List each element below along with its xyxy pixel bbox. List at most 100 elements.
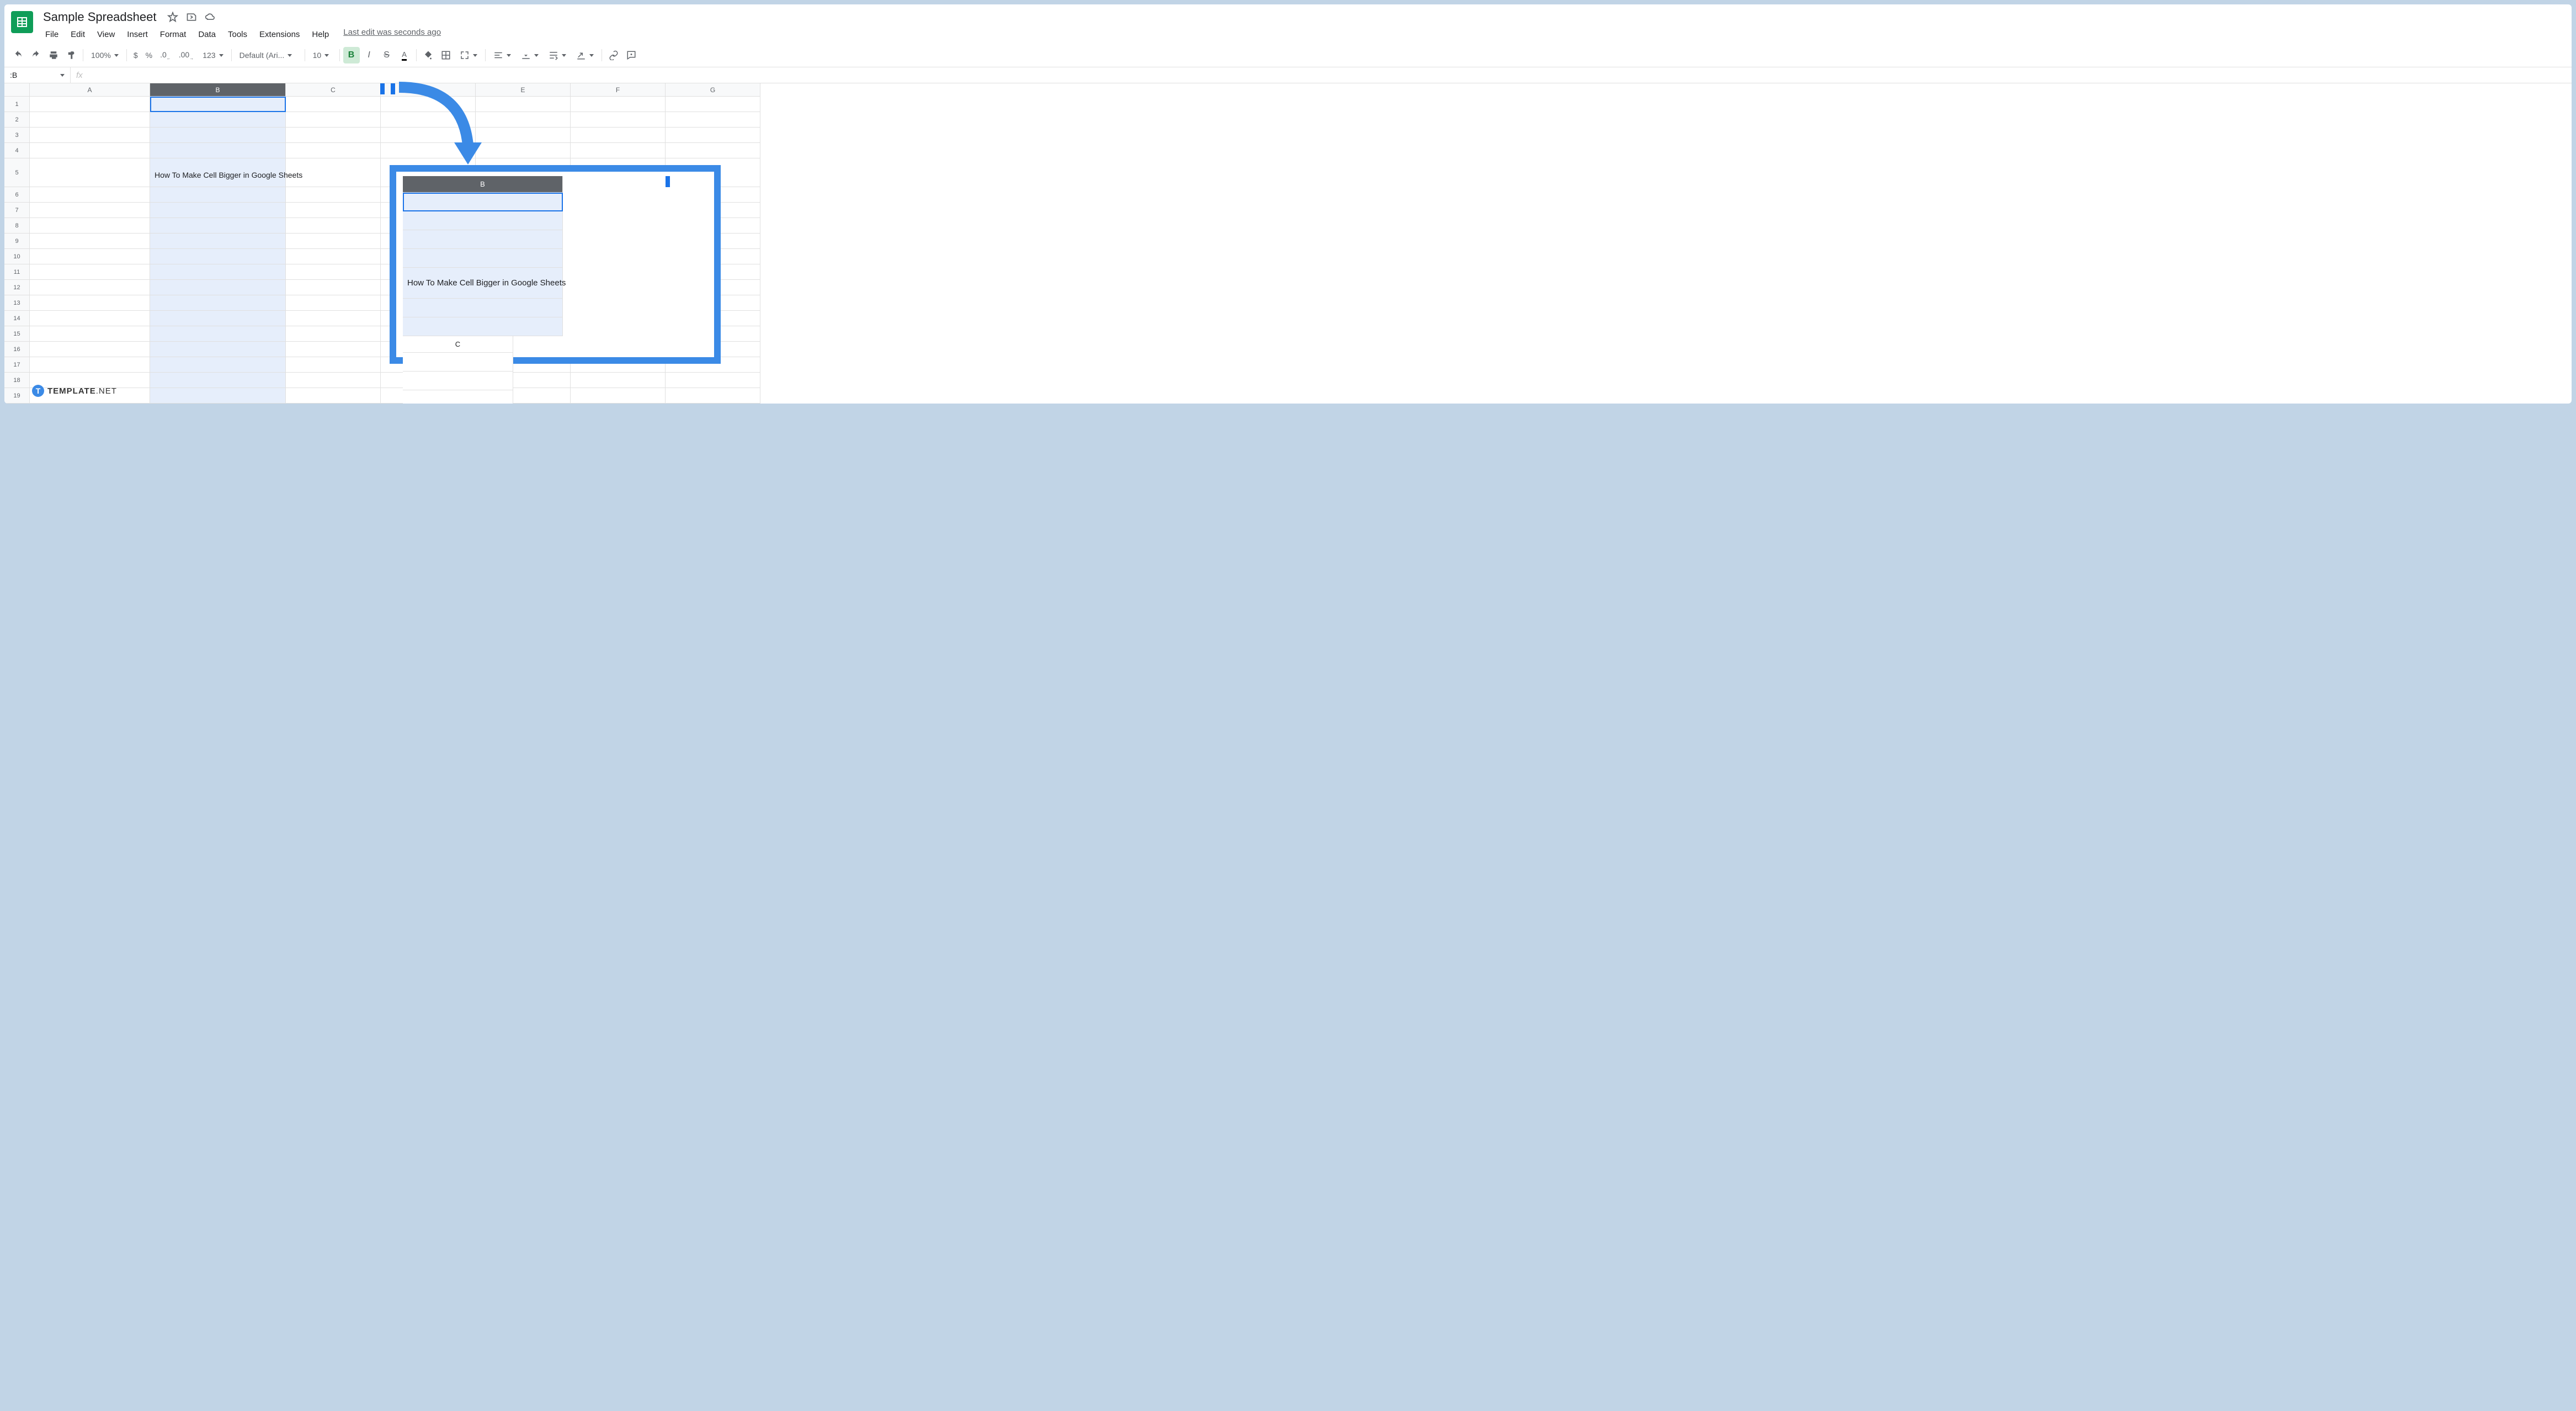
- cell-F18[interactable]: [571, 373, 666, 388]
- zoom-dropdown[interactable]: 100%: [87, 49, 123, 62]
- cell-A4[interactable]: [30, 143, 150, 158]
- redo-button[interactable]: [28, 47, 44, 63]
- column-resize-handle-right[interactable]: [391, 83, 395, 94]
- cell-B1[interactable]: [150, 97, 286, 112]
- cell-C3[interactable]: [286, 128, 381, 143]
- cell-B8[interactable]: [150, 218, 286, 234]
- cell-C11[interactable]: [286, 264, 381, 280]
- currency-button[interactable]: $: [130, 49, 141, 62]
- cell-C10[interactable]: [286, 249, 381, 264]
- cell-C2[interactable]: [286, 112, 381, 128]
- menu-file[interactable]: File: [40, 28, 64, 41]
- horizontal-align-dropdown[interactable]: [489, 48, 515, 62]
- move-icon[interactable]: [186, 12, 197, 23]
- col-header-f[interactable]: F: [571, 83, 666, 97]
- cell-C12[interactable]: [286, 280, 381, 295]
- vertical-align-dropdown[interactable]: [517, 48, 543, 62]
- cell-G2[interactable]: [666, 112, 760, 128]
- row-header-9[interactable]: 9: [4, 234, 30, 249]
- cell-C18[interactable]: [286, 373, 381, 388]
- text-rotation-dropdown[interactable]: [572, 48, 598, 62]
- menu-extensions[interactable]: Extensions: [254, 28, 305, 41]
- cell-C14[interactable]: [286, 311, 381, 326]
- cell-A14[interactable]: [30, 311, 150, 326]
- menu-insert[interactable]: Insert: [121, 28, 153, 41]
- cell-F4[interactable]: [571, 143, 666, 158]
- menu-tools[interactable]: Tools: [222, 28, 253, 41]
- row-header-2[interactable]: 2: [4, 112, 30, 128]
- cell-C4[interactable]: [286, 143, 381, 158]
- row-header-13[interactable]: 13: [4, 295, 30, 311]
- cell-B16[interactable]: [150, 342, 286, 357]
- cell-B7[interactable]: [150, 203, 286, 218]
- formula-input[interactable]: [88, 72, 2572, 78]
- increase-decimal-button[interactable]: .00→: [175, 48, 197, 63]
- cell-G4[interactable]: [666, 143, 760, 158]
- name-box[interactable]: :B: [4, 67, 71, 83]
- row-header-15[interactable]: 15: [4, 326, 30, 342]
- font-size-dropdown[interactable]: 10: [308, 49, 336, 62]
- percent-button[interactable]: %: [142, 49, 156, 62]
- cell-G19[interactable]: [666, 388, 760, 404]
- cell-C6[interactable]: [286, 187, 381, 203]
- document-title[interactable]: Sample Spreadsheet: [40, 9, 159, 25]
- sheets-logo[interactable]: [11, 11, 33, 33]
- cell-B19[interactable]: [150, 388, 286, 404]
- cell-B18[interactable]: [150, 373, 286, 388]
- cell-C7[interactable]: [286, 203, 381, 218]
- col-header-g[interactable]: G: [666, 83, 760, 97]
- row-header-11[interactable]: 11: [4, 264, 30, 280]
- insert-link-button[interactable]: [605, 47, 622, 63]
- cell-C9[interactable]: [286, 234, 381, 249]
- cell-C19[interactable]: [286, 388, 381, 404]
- cell-G1[interactable]: [666, 97, 760, 112]
- select-all-corner[interactable]: [4, 83, 30, 97]
- cell-A8[interactable]: [30, 218, 150, 234]
- cell-A2[interactable]: [30, 112, 150, 128]
- cell-B15[interactable]: [150, 326, 286, 342]
- cell-D3[interactable]: [381, 128, 476, 143]
- cell-E2[interactable]: [476, 112, 571, 128]
- paint-format-button[interactable]: [63, 47, 79, 63]
- cell-A6[interactable]: [30, 187, 150, 203]
- row-header-8[interactable]: 8: [4, 218, 30, 234]
- number-format-dropdown[interactable]: 123: [198, 49, 227, 62]
- cell-B17[interactable]: [150, 357, 286, 373]
- bold-button[interactable]: B: [343, 47, 360, 63]
- text-wrap-dropdown[interactable]: [544, 48, 571, 62]
- cell-B2[interactable]: [150, 112, 286, 128]
- cell-F1[interactable]: [571, 97, 666, 112]
- cell-B12[interactable]: [150, 280, 286, 295]
- fill-color-button[interactable]: [420, 47, 437, 63]
- cell-A13[interactable]: [30, 295, 150, 311]
- cell-C15[interactable]: [286, 326, 381, 342]
- merge-cells-dropdown[interactable]: [455, 48, 482, 62]
- row-header-7[interactable]: 7: [4, 203, 30, 218]
- cell-C1[interactable]: [286, 97, 381, 112]
- col-header-c[interactable]: C: [286, 83, 381, 97]
- col-header-b[interactable]: B: [150, 83, 286, 97]
- cell-A15[interactable]: [30, 326, 150, 342]
- cell-F19[interactable]: [571, 388, 666, 404]
- cell-A12[interactable]: [30, 280, 150, 295]
- cell-A1[interactable]: [30, 97, 150, 112]
- decrease-decimal-button[interactable]: .0←: [157, 48, 174, 63]
- cell-F3[interactable]: [571, 128, 666, 143]
- cloud-icon[interactable]: [205, 12, 216, 23]
- menu-help[interactable]: Help: [306, 28, 334, 41]
- cell-A16[interactable]: [30, 342, 150, 357]
- cell-A11[interactable]: [30, 264, 150, 280]
- row-header-14[interactable]: 14: [4, 311, 30, 326]
- borders-button[interactable]: [438, 47, 454, 63]
- cell-B6[interactable]: [150, 187, 286, 203]
- cell-E1[interactable]: [476, 97, 571, 112]
- row-header-4[interactable]: 4: [4, 143, 30, 158]
- cell-B14[interactable]: [150, 311, 286, 326]
- cell-A9[interactable]: [30, 234, 150, 249]
- cell-G18[interactable]: [666, 373, 760, 388]
- cell-B11[interactable]: [150, 264, 286, 280]
- cell-A10[interactable]: [30, 249, 150, 264]
- text-color-button[interactable]: A: [396, 47, 413, 63]
- row-header-1[interactable]: 1: [4, 97, 30, 112]
- cell-C8[interactable]: [286, 218, 381, 234]
